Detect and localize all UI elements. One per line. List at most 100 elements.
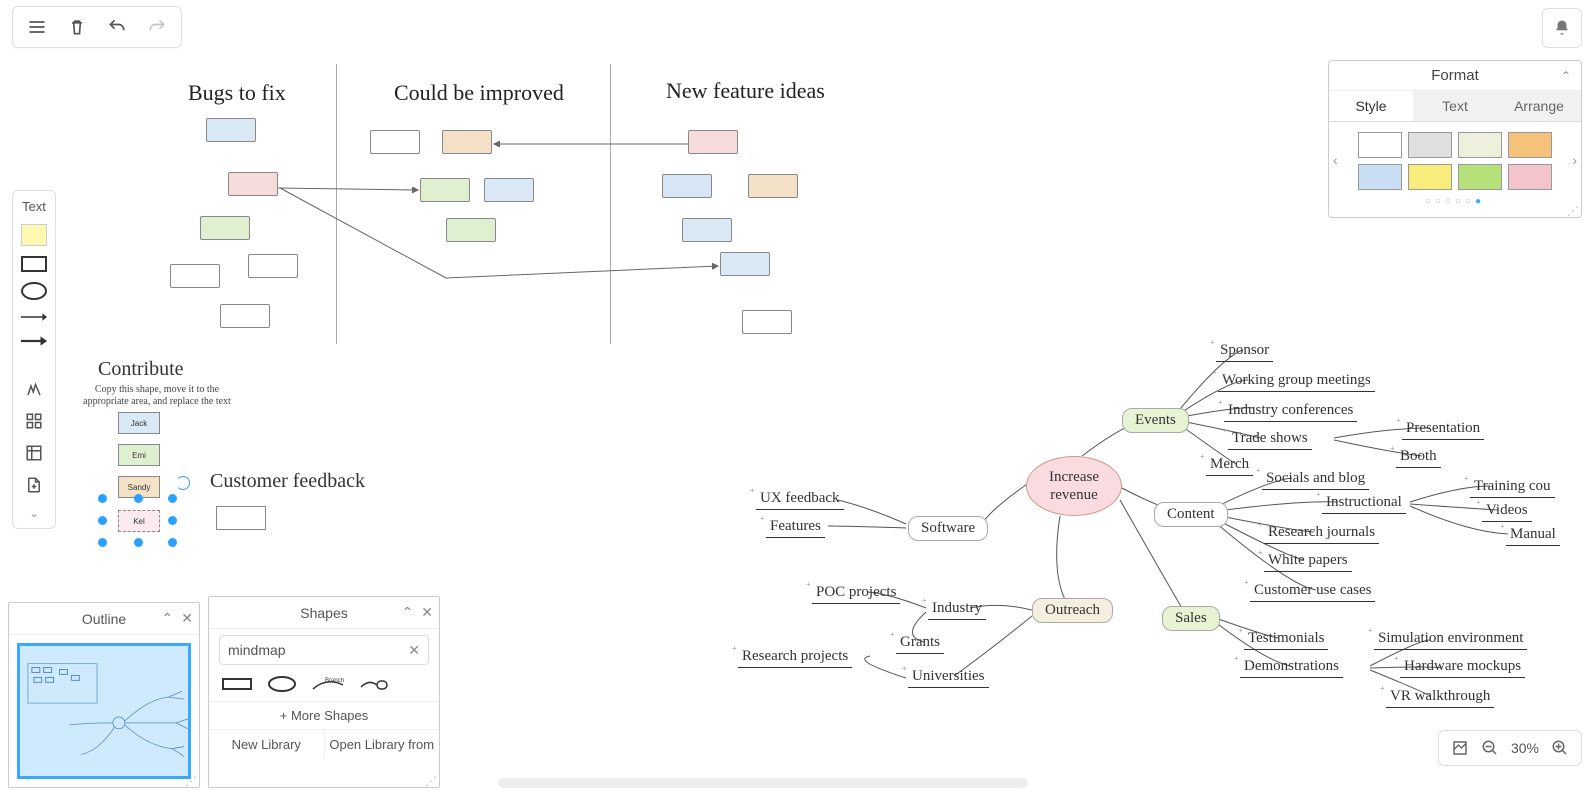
open-library-button[interactable]: Open Library from	[325, 730, 440, 759]
zoom-out-icon[interactable]	[1481, 739, 1499, 757]
palette-pager[interactable]: ○○○○○●	[1341, 196, 1569, 207]
color-swatch[interactable]	[1508, 164, 1552, 190]
mindmap-leaf[interactable]: Grants	[896, 634, 944, 654]
mindmap-leaf[interactable]: Demonstrations	[1240, 658, 1343, 678]
freehand-tool[interactable]	[20, 378, 48, 400]
customer-feedback-box[interactable]	[216, 506, 266, 530]
redo-button[interactable]	[139, 9, 175, 45]
mindmap-leaf[interactable]: UX feedback	[756, 490, 844, 510]
mindmap-leaf[interactable]: Socials and blog	[1262, 470, 1369, 490]
delete-button[interactable]	[59, 9, 95, 45]
text-tool-label[interactable]: Text	[22, 199, 46, 214]
selection-handle[interactable]	[98, 494, 107, 503]
color-swatch[interactable]	[1458, 164, 1502, 190]
mindmap-leaf[interactable]: Booth	[1396, 448, 1441, 468]
clear-search-icon[interactable]: ✕	[408, 642, 420, 659]
card[interactable]	[742, 310, 792, 334]
mindmap-node-events[interactable]: Events	[1122, 408, 1189, 433]
selection-handle[interactable]	[168, 538, 177, 547]
mindmap-leaf[interactable]: Hardware mockups	[1400, 658, 1525, 678]
color-swatch[interactable]	[1508, 132, 1552, 158]
mindmap-node-software[interactable]: Software	[908, 516, 988, 541]
mindmap-center-node[interactable]: Increase revenue	[1026, 456, 1122, 516]
collapse-icon[interactable]: ⌃	[402, 604, 414, 621]
mindmap-leaf[interactable]: Sponsor	[1216, 342, 1273, 362]
color-swatch[interactable]	[1408, 164, 1452, 190]
mindmap-node-sales[interactable]: Sales	[1162, 606, 1220, 631]
color-swatch[interactable]	[1358, 164, 1402, 190]
tab-style[interactable]: Style	[1329, 91, 1413, 121]
undo-button[interactable]	[99, 9, 135, 45]
contributor-chip-selected[interactable]: Kel	[118, 510, 160, 532]
color-swatch[interactable]	[1408, 132, 1452, 158]
shape-sample[interactable]	[359, 675, 389, 693]
expand-tools-button[interactable]: ⌄	[29, 506, 39, 520]
resize-grip-icon[interactable]: ⋰	[185, 777, 197, 785]
resize-grip-icon[interactable]: ⋰	[1567, 207, 1579, 215]
selection-handle[interactable]	[134, 538, 143, 547]
mindmap-leaf[interactable]: Industry	[928, 600, 986, 620]
collapse-icon[interactable]: ⌃	[162, 610, 174, 627]
mindmap-leaf[interactable]: Customer use cases	[1250, 582, 1375, 602]
rectangle-tool[interactable]	[21, 256, 47, 272]
selection-handle[interactable]	[168, 494, 177, 503]
zoom-in-icon[interactable]	[1551, 739, 1569, 757]
mindmap-leaf[interactable]: Research journals	[1264, 524, 1379, 544]
more-shapes-button[interactable]: + More Shapes	[209, 701, 439, 729]
zoom-level[interactable]: 30%	[1511, 740, 1539, 756]
shape-sample[interactable]: Branch	[311, 675, 345, 693]
tab-text[interactable]: Text	[1413, 91, 1497, 121]
selection-handle[interactable]	[98, 516, 107, 525]
mindmap-leaf[interactable]: Manual	[1506, 526, 1560, 546]
outline-thumbnail[interactable]	[17, 643, 191, 779]
mindmap-node-outreach[interactable]: Outreach	[1032, 598, 1113, 623]
mindmap-leaf[interactable]: Research projects	[738, 648, 852, 668]
shape-sample[interactable]	[221, 675, 253, 693]
new-library-button[interactable]: New Library	[209, 730, 325, 759]
fullscreen-icon[interactable]	[1451, 739, 1469, 757]
mindmap-node-content[interactable]: Content	[1154, 502, 1228, 527]
contributor-chip[interactable]: Jack	[118, 412, 160, 434]
close-icon[interactable]: ✕	[181, 610, 193, 627]
mindmap-leaf[interactable]: Trade shows	[1228, 430, 1312, 450]
mindmap-leaf[interactable]: Videos	[1482, 502, 1532, 522]
mindmap-leaf[interactable]: Features	[766, 518, 825, 538]
mindmap-leaf[interactable]: VR walkthrough	[1386, 688, 1494, 708]
selection-handle[interactable]	[168, 516, 177, 525]
color-swatch[interactable]	[1458, 132, 1502, 158]
arrow-tool[interactable]	[20, 334, 48, 348]
selection-handle[interactable]	[98, 538, 107, 547]
mindmap-leaf[interactable]: Testimonials	[1244, 630, 1328, 650]
horizontal-scrollbar[interactable]	[498, 778, 1028, 788]
mindmap-leaf[interactable]: POC projects	[812, 584, 900, 604]
card[interactable]	[200, 216, 250, 240]
collapse-icon[interactable]: ⌃	[1561, 69, 1571, 83]
mindmap-canvas[interactable]: Increase revenue Software UX feedback Fe…	[730, 340, 1560, 730]
notifications-button[interactable]	[1542, 8, 1582, 48]
ellipse-tool[interactable]	[21, 282, 47, 300]
mindmap-leaf[interactable]: Training cou	[1470, 478, 1555, 498]
insert-tool[interactable]	[20, 474, 48, 496]
mindmap-leaf[interactable]: White papers	[1264, 552, 1352, 572]
mindmap-leaf[interactable]: Industry conferences	[1224, 402, 1357, 422]
card[interactable]	[220, 304, 270, 328]
next-palette-icon[interactable]: ›	[1572, 152, 1577, 168]
rotate-handle-icon[interactable]	[176, 476, 190, 490]
mindmap-leaf[interactable]: Presentation	[1402, 420, 1484, 440]
card[interactable]	[206, 118, 256, 142]
resize-grip-icon[interactable]: ⋰	[425, 777, 437, 785]
card[interactable]	[748, 174, 798, 198]
close-icon[interactable]: ✕	[421, 604, 433, 621]
selection-handle[interactable]	[134, 494, 143, 503]
shape-search-input[interactable]: mindmap ✕	[219, 635, 429, 665]
mindmap-leaf[interactable]: Universities	[908, 668, 989, 688]
table-tool[interactable]	[20, 442, 48, 464]
prev-palette-icon[interactable]: ‹	[1333, 152, 1338, 168]
shape-sample[interactable]	[267, 675, 297, 693]
mindmap-leaf[interactable]: Working group meetings	[1218, 372, 1375, 392]
tab-arrange[interactable]: Arrange	[1497, 91, 1581, 121]
menu-button[interactable]	[19, 9, 55, 45]
card[interactable]	[170, 264, 220, 288]
note-tool[interactable]	[21, 224, 47, 246]
mindmap-leaf[interactable]: Instructional	[1322, 494, 1406, 514]
